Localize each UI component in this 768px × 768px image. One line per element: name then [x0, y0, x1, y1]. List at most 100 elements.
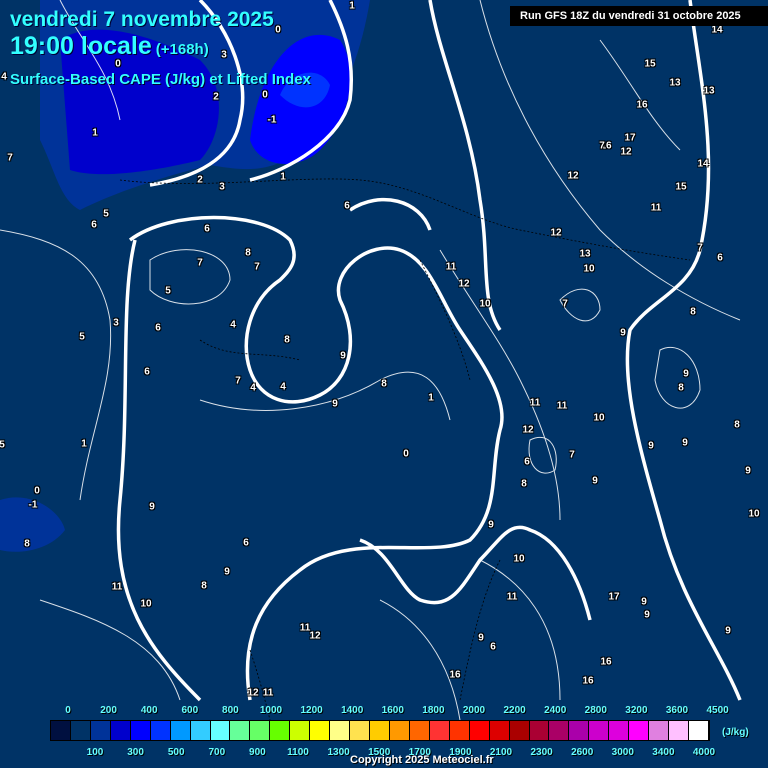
legend-label: 500: [167, 747, 185, 758]
legend-swatch: [589, 721, 610, 740]
contour-label: 11: [556, 400, 568, 412]
legend-swatch: [350, 721, 370, 740]
legend-label: 2000: [462, 705, 486, 716]
legend-label: 1000: [259, 705, 283, 716]
legend-swatch: [649, 721, 670, 740]
legend-label: 2200: [503, 705, 526, 716]
legend-label: 1600: [381, 705, 404, 716]
contour-label: 6: [144, 366, 150, 378]
contour-label: 2: [213, 91, 219, 103]
lead-time: (+168h): [155, 41, 209, 58]
contour-label: 13: [669, 77, 681, 89]
contour-label: 8: [521, 478, 527, 490]
contour-label: 9: [682, 437, 688, 449]
contour-label: 12: [247, 687, 259, 699]
contour-label: 7: [7, 152, 13, 164]
contour-label: 1: [92, 127, 98, 139]
contour-label: 2: [197, 174, 203, 186]
contour-label: 13: [579, 248, 591, 260]
contour-label: 7: [562, 298, 568, 310]
legend-label: 3200: [625, 705, 648, 716]
contour-label: 8: [201, 580, 207, 592]
legend-swatch: [270, 721, 291, 740]
legend-label: 1100: [287, 747, 309, 758]
contour-label: 0: [34, 485, 40, 497]
legend-swatch: [669, 721, 689, 740]
legend-swatch: [110, 721, 131, 740]
contour-label: 16: [636, 99, 648, 111]
legend-swatch: [150, 721, 171, 740]
contour-label: 10: [140, 598, 152, 610]
legend-swatch: [170, 721, 191, 740]
contour-label: 10: [593, 412, 605, 424]
contour-label: 12: [550, 227, 562, 239]
contour-label: 8: [381, 378, 387, 390]
contour-label: 15: [644, 58, 656, 70]
contour-label: 9: [648, 440, 654, 452]
contour-label: 0: [262, 89, 268, 101]
contour-label: -1: [267, 114, 277, 126]
contour-label: 9: [620, 327, 626, 339]
legend-swatch: [230, 721, 251, 740]
contour-label: 8: [734, 419, 740, 431]
contour-label: 12: [458, 278, 470, 290]
contour-label: 12: [620, 146, 632, 158]
contour-label: 9: [592, 475, 598, 487]
contour-label: 1: [428, 392, 434, 404]
contour-label: 3: [219, 181, 225, 193]
contour-label: 8: [678, 382, 684, 394]
contour-label: 10: [513, 553, 525, 565]
run-info: Run GFS 18Z du vendredi 31 octobre 2025: [510, 6, 768, 26]
legend-swatch: [130, 721, 151, 740]
color-legend: [50, 720, 710, 741]
legend-label: 3400: [652, 747, 675, 758]
contour-label: 4: [230, 319, 236, 331]
legend-label: 2600: [571, 747, 594, 758]
contour-label: 6: [717, 252, 723, 264]
contour-label: 16: [449, 669, 461, 681]
contour-label: 9: [149, 501, 155, 513]
legend-swatch: [569, 721, 590, 740]
legend-swatch: [489, 721, 510, 740]
contour-label: -1: [28, 499, 38, 511]
legend-label: 2300: [530, 747, 553, 758]
legend-label: 200: [100, 705, 117, 716]
legend-label: 1300: [327, 747, 350, 758]
contour-label: 8: [245, 247, 251, 259]
contour-label: 7: [697, 242, 703, 254]
legend-swatch: [689, 721, 709, 740]
contour-label: 12: [567, 170, 579, 182]
contour-label: 3: [221, 49, 227, 61]
legend-swatch: [330, 721, 351, 740]
contour-label: 0: [275, 24, 281, 36]
legend-label: 4500: [706, 705, 729, 716]
contour-label: 9: [725, 625, 731, 637]
contour-label: 13: [703, 85, 715, 97]
contour-label: 8: [284, 334, 290, 346]
legend-label: 300: [127, 747, 144, 758]
legend-swatch: [290, 721, 311, 740]
legend-label: 1200: [300, 705, 323, 716]
contour-label: 11: [529, 397, 541, 409]
contour-label: 0: [403, 448, 409, 460]
contour-label: 12: [309, 630, 321, 642]
legend-label: 4000: [692, 747, 716, 758]
contour-label: 10: [583, 263, 595, 275]
contour-label: 9: [683, 368, 689, 380]
legend-swatch: [210, 721, 231, 740]
contour-label: 11: [111, 581, 123, 593]
contour-label: 9: [340, 350, 346, 362]
contour-label: 4: [250, 382, 256, 394]
legend-label: 1800: [422, 705, 445, 716]
legend-swatch: [629, 721, 650, 740]
legend-swatch: [529, 721, 550, 740]
contour-label: 7: [569, 449, 575, 461]
contour-label: 6: [490, 641, 496, 653]
contour-label: 5: [103, 208, 109, 220]
contour-label: 15: [675, 181, 687, 193]
contour-label: 7: [197, 257, 203, 269]
contour-label: 9: [488, 519, 494, 531]
legend-swatch: [70, 721, 91, 740]
contour-label: 17: [624, 132, 636, 144]
contour-label: 16: [600, 656, 612, 668]
